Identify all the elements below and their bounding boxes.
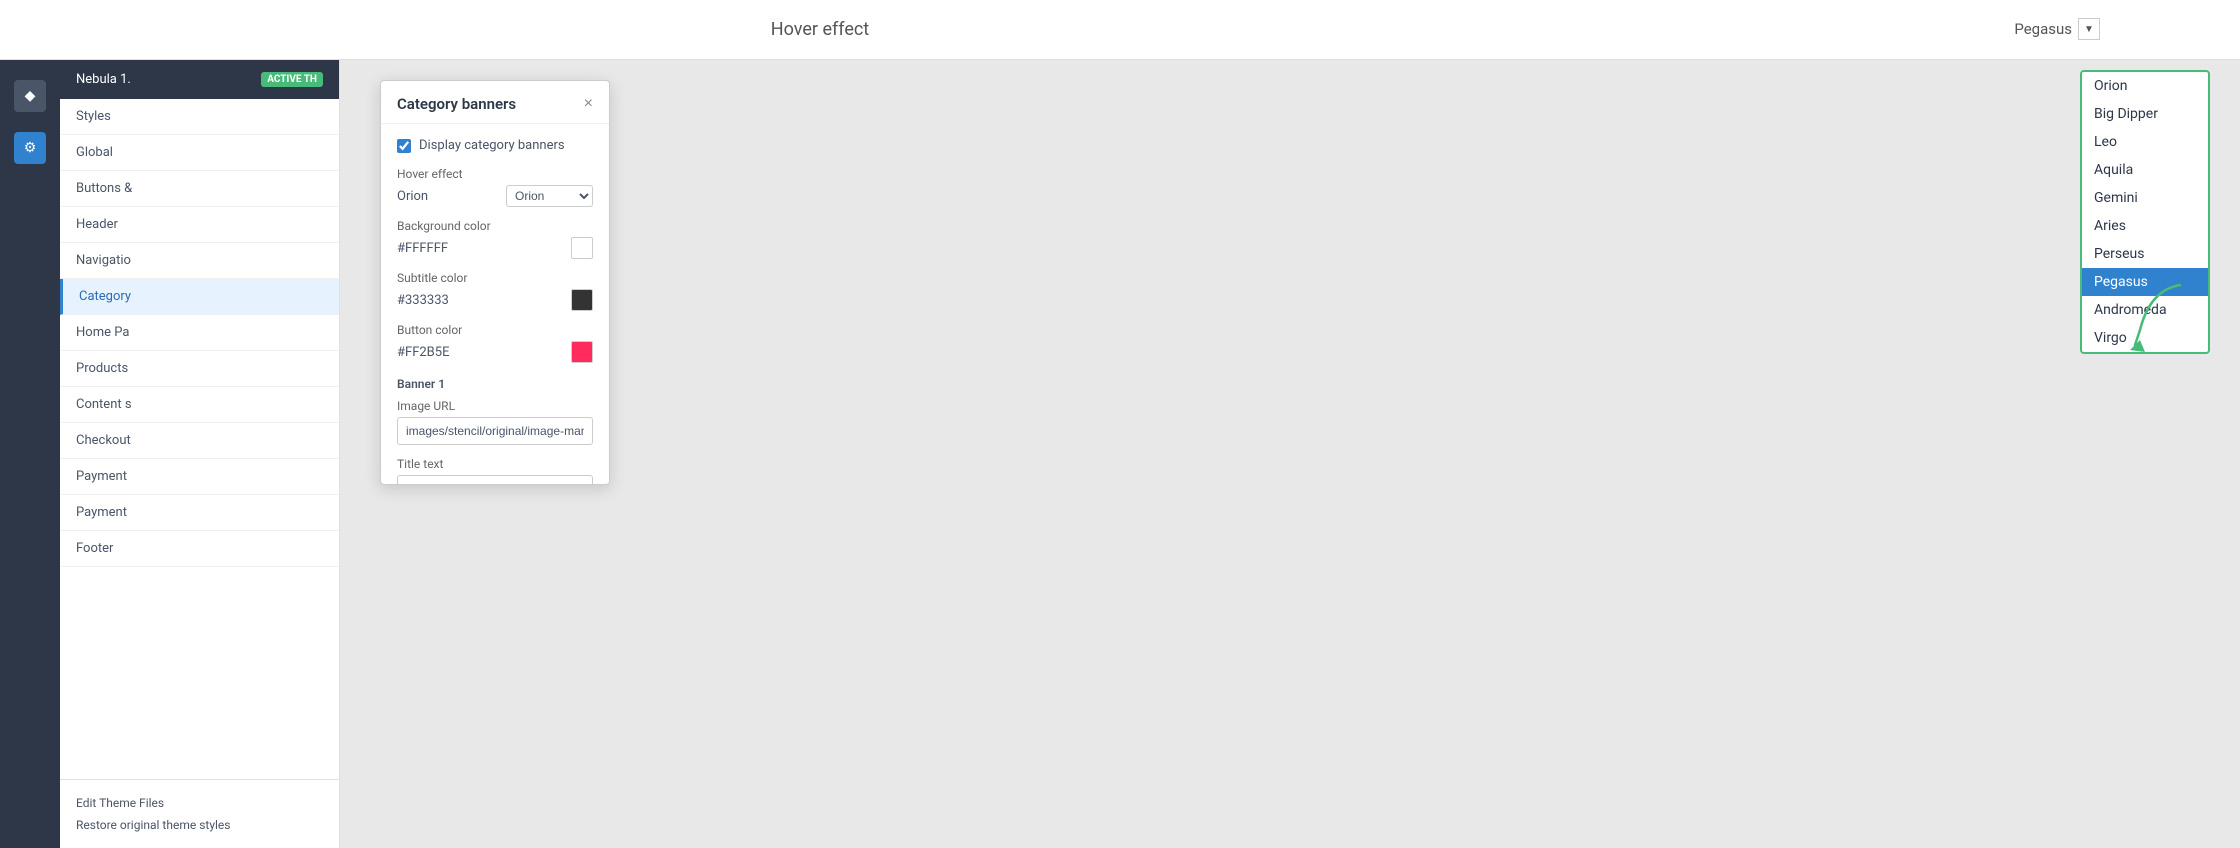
image-url-input[interactable] xyxy=(397,417,593,445)
dropdown-item-aries[interactable]: Aries xyxy=(2082,212,2208,240)
display-banners-label: Display category banners xyxy=(419,138,565,153)
arrow-annotation xyxy=(2120,280,2200,364)
button-color-swatch[interactable] xyxy=(571,341,593,363)
background-color-field: Background color #FFFFFF xyxy=(397,219,593,259)
dropdown-item-gemini[interactable]: Gemini xyxy=(2082,184,2208,212)
dropdown-item-perseus[interactable]: Perseus xyxy=(2082,240,2208,268)
nav-item-checkout[interactable]: Checkout xyxy=(60,423,339,459)
nav-item-styles[interactable]: Styles xyxy=(60,99,339,135)
pegasus-label: Pegasus xyxy=(2014,20,2072,38)
nav-items: Styles Global Buttons & Header Navigatio… xyxy=(60,99,339,779)
nav-item-homepage[interactable]: Home Pa xyxy=(60,315,339,351)
subtitle-color-label: Subtitle color xyxy=(397,271,593,285)
hover-effect-field-label: Hover effect xyxy=(397,167,593,181)
display-banners-row: Display category banners xyxy=(397,138,593,153)
subtitle-color-row: #333333 xyxy=(397,289,593,311)
button-color-value: #FF2B5E xyxy=(397,345,449,360)
sidebar-settings-icon[interactable]: ⚙ xyxy=(14,132,46,164)
nav-item-content[interactable]: Content s xyxy=(60,387,339,423)
hover-effect-select-row: Orion Orion Big Dipper Leo Pegasus xyxy=(397,185,593,207)
top-bar: Hover effect Pegasus ▼ xyxy=(0,0,2240,60)
dropdown-item-aquila[interactable]: Aquila xyxy=(2082,156,2208,184)
main-area: ◆ ⚙ Nebula 1. ACTIVE TH Styles Global Bu… xyxy=(0,60,2240,848)
nav-item-navigation[interactable]: Navigatio xyxy=(60,243,339,279)
hover-effect-field: Hover effect Orion Orion Big Dipper Leo … xyxy=(397,167,593,207)
dropdown-item-bigdipper[interactable]: Big Dipper xyxy=(2082,100,2208,128)
active-theme-badge: ACTIVE TH xyxy=(261,72,323,87)
nav-item-footer[interactable]: Footer xyxy=(60,531,339,567)
banner1-section-title: Banner 1 xyxy=(397,377,593,391)
arrow-svg xyxy=(2120,280,2200,360)
background-color-swatch[interactable] xyxy=(571,237,593,259)
panel-footer: Edit Theme Files Restore original theme … xyxy=(60,779,339,848)
dropdown-item-orion[interactable]: Orion xyxy=(2082,72,2208,100)
image-url-field: Image URL xyxy=(397,399,593,445)
title-text-input[interactable] xyxy=(397,475,593,484)
image-url-label: Image URL xyxy=(397,399,593,413)
nav-item-payment2[interactable]: Payment xyxy=(60,495,339,531)
sidebar-nebula-icon[interactable]: ◆ xyxy=(14,80,46,112)
modal-header: Category banners × xyxy=(381,81,609,124)
background-color-value: #FFFFFF xyxy=(397,241,448,256)
button-color-field: Button color #FF2B5E xyxy=(397,323,593,363)
nav-item-header[interactable]: Header xyxy=(60,207,339,243)
nav-item-category[interactable]: Category xyxy=(60,279,339,315)
theme-title: Nebula 1. xyxy=(76,72,131,87)
hover-effect-label: Hover effect xyxy=(771,19,869,40)
preview-area: Category banners × Display category bann… xyxy=(340,60,2240,848)
display-banners-checkbox[interactable] xyxy=(397,139,411,153)
nav-item-payment1[interactable]: Payment xyxy=(60,459,339,495)
button-color-row: #FF2B5E xyxy=(397,341,593,363)
nav-item-global[interactable]: Global xyxy=(60,135,339,171)
background-color-row: #FFFFFF xyxy=(397,237,593,259)
modal-body: Display category banners Hover effect Or… xyxy=(381,124,609,484)
modal-title: Category banners xyxy=(397,95,516,113)
button-color-label: Button color xyxy=(397,323,593,337)
content-panel: Nebula 1. ACTIVE TH Styles Global Button… xyxy=(60,60,340,848)
subtitle-color-field: Subtitle color #333333 xyxy=(397,271,593,311)
modal-close-button[interactable]: × xyxy=(584,96,593,112)
pegasus-selector: Pegasus ▼ xyxy=(2014,18,2100,40)
dark-sidebar: ◆ ⚙ xyxy=(0,60,60,848)
modal-overlay: Category banners × Display category bann… xyxy=(340,60,2240,848)
subtitle-color-value: #333333 xyxy=(397,293,449,308)
hover-effect-select[interactable]: Orion Big Dipper Leo Pegasus xyxy=(506,185,593,207)
restore-theme-styles-link[interactable]: Restore original theme styles xyxy=(76,814,323,836)
nav-item-products[interactable]: Products xyxy=(60,351,339,387)
theme-header: Nebula 1. ACTIVE TH xyxy=(60,60,339,99)
edit-theme-files-link[interactable]: Edit Theme Files xyxy=(76,792,323,814)
category-banners-modal: Category banners × Display category bann… xyxy=(380,80,610,485)
nav-item-buttons[interactable]: Buttons & xyxy=(60,171,339,207)
dropdown-item-leo[interactable]: Leo xyxy=(2082,128,2208,156)
background-color-label: Background color xyxy=(397,219,593,233)
title-text-label: Title text xyxy=(397,457,593,471)
hover-effect-value: Orion xyxy=(397,189,428,204)
subtitle-color-swatch[interactable] xyxy=(571,289,593,311)
dropdown-list-container: Orion Big Dipper Leo Aquila Gemini Aries… xyxy=(2080,70,2210,354)
title-text-field: Title text xyxy=(397,457,593,484)
pegasus-dropdown-button[interactable]: ▼ xyxy=(2078,18,2100,40)
